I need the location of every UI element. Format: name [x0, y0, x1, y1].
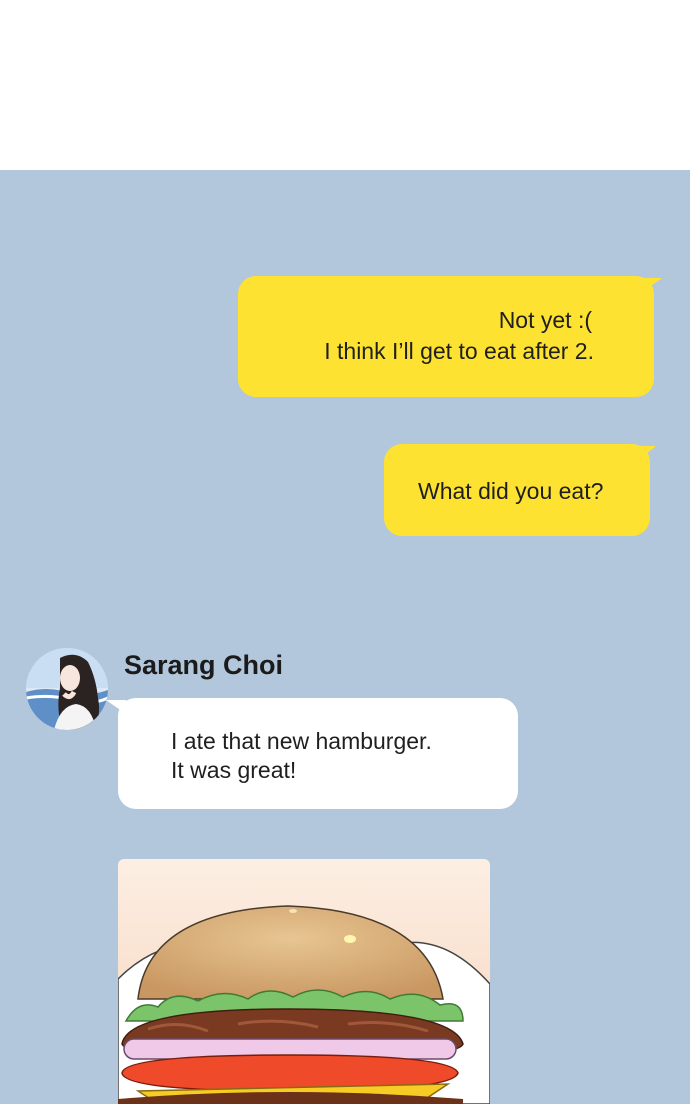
incoming-message-bubble[interactable]: I ate that new hamburger. It was great! [118, 698, 518, 809]
avatar[interactable] [26, 648, 108, 730]
outgoing-message-bubble[interactable]: Not yet :( I think I’ll get to eat after… [238, 276, 654, 397]
outgoing-message-bubble[interactable]: What did you eat? [384, 444, 650, 536]
message-text-line: Not yet :( [498, 307, 592, 333]
message-text-line: I think I’ll get to eat after 2. [324, 338, 594, 364]
hamburger-illustration [118, 859, 490, 1104]
hamburger-photo[interactable] [118, 859, 490, 1104]
avatar-image [26, 648, 108, 730]
message-text-line: What did you eat? [418, 478, 604, 504]
sender-name: Sarang Choi [124, 650, 284, 680]
message-text-line: It was great! [171, 757, 297, 783]
message-text-line: I ate that new hamburger. [171, 728, 432, 754]
top-blank-area [0, 0, 690, 170]
